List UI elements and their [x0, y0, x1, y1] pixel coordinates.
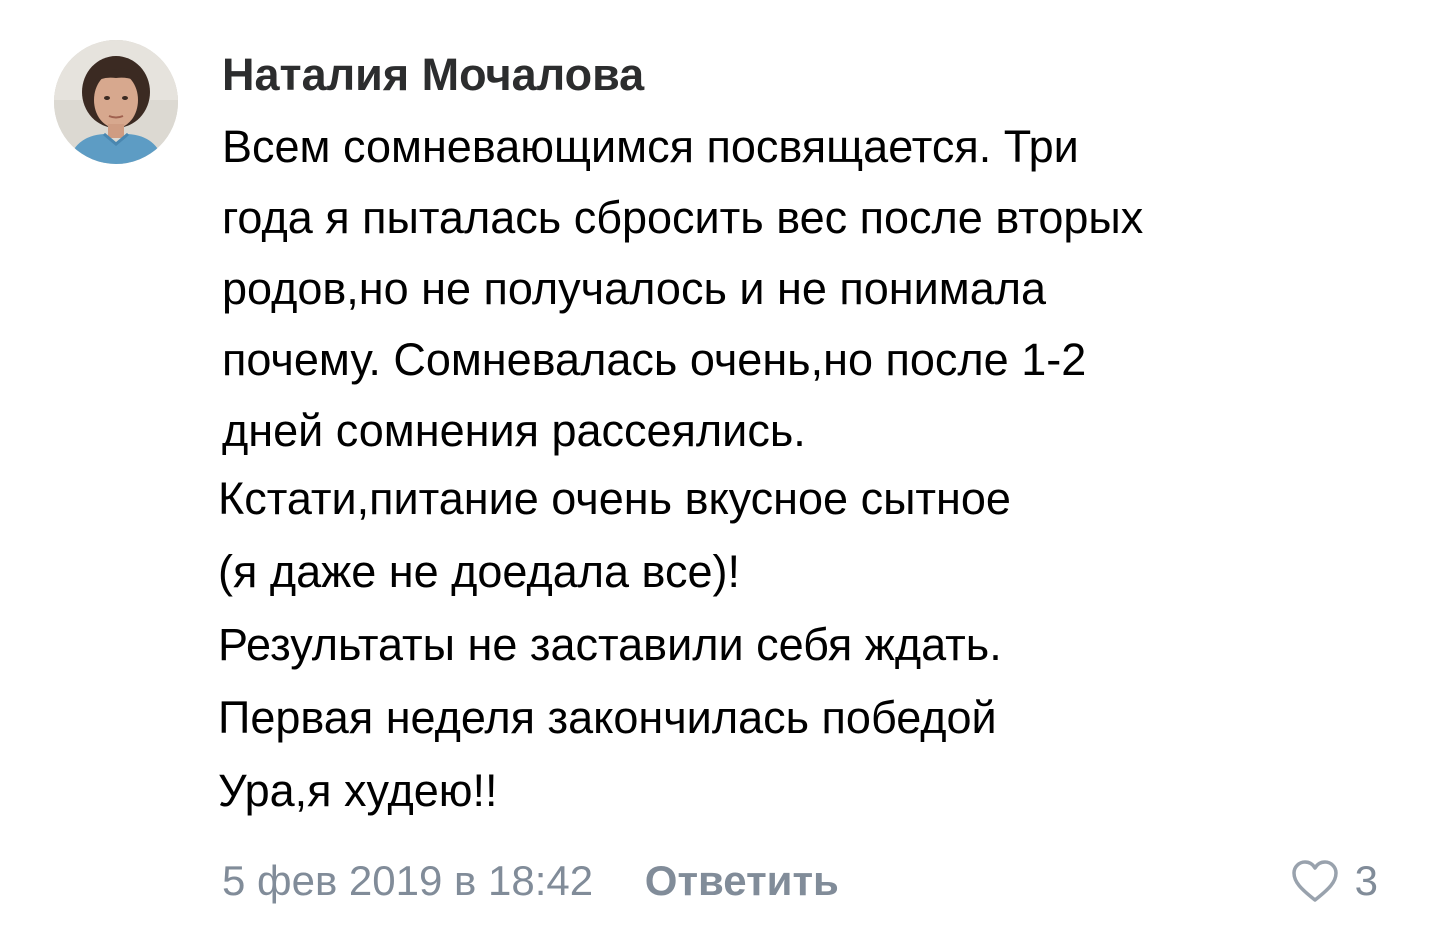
comment-text-line: (я даже не доедала все)!	[218, 546, 740, 597]
comment-text-line: родов,но не получалось и не понимала	[222, 263, 1047, 314]
comment-text-line: дней сомнения рассеялись.	[222, 405, 806, 456]
author-name[interactable]: Наталия Мочалова	[222, 47, 644, 103]
comment: Наталия Мочалова Всем сомневающимся посв…	[0, 0, 1434, 941]
comment-footer: 5 фев 2019 в 18:42 Ответить	[222, 852, 839, 910]
comment-date[interactable]: 5 фев 2019 в 18:42	[222, 852, 593, 910]
like-button[interactable]: 3	[1291, 852, 1378, 910]
comment-text-line: Первая неделя закончилась победой	[218, 692, 997, 743]
comment-text-paragraph-2: Кстати,питание очень вкусное сытное (я д…	[218, 462, 1011, 827]
heart-outline-icon	[1291, 860, 1338, 902]
avatar[interactable]	[54, 40, 178, 164]
comment-text-paragraph-1: Всем сомневающимся посвящается. Три года…	[222, 111, 1143, 466]
comment-text-line: Кстати,питание очень вкусное сытное	[218, 473, 1011, 524]
comment-text-line: Результаты не заставили себя ждать.	[218, 619, 1002, 670]
likes-count: 3	[1354, 857, 1378, 904]
comment-text-line: года я пыталась сбросить вес после вторы…	[222, 192, 1144, 243]
comment-text-line: Всем сомневающимся посвящается. Три	[222, 121, 1079, 172]
comment-text-line: Ура,я худею!!	[218, 765, 498, 816]
comment-text-line: почему. Сомневалась очень,но после 1-2	[222, 334, 1087, 385]
reply-button[interactable]: Ответить	[645, 852, 839, 910]
